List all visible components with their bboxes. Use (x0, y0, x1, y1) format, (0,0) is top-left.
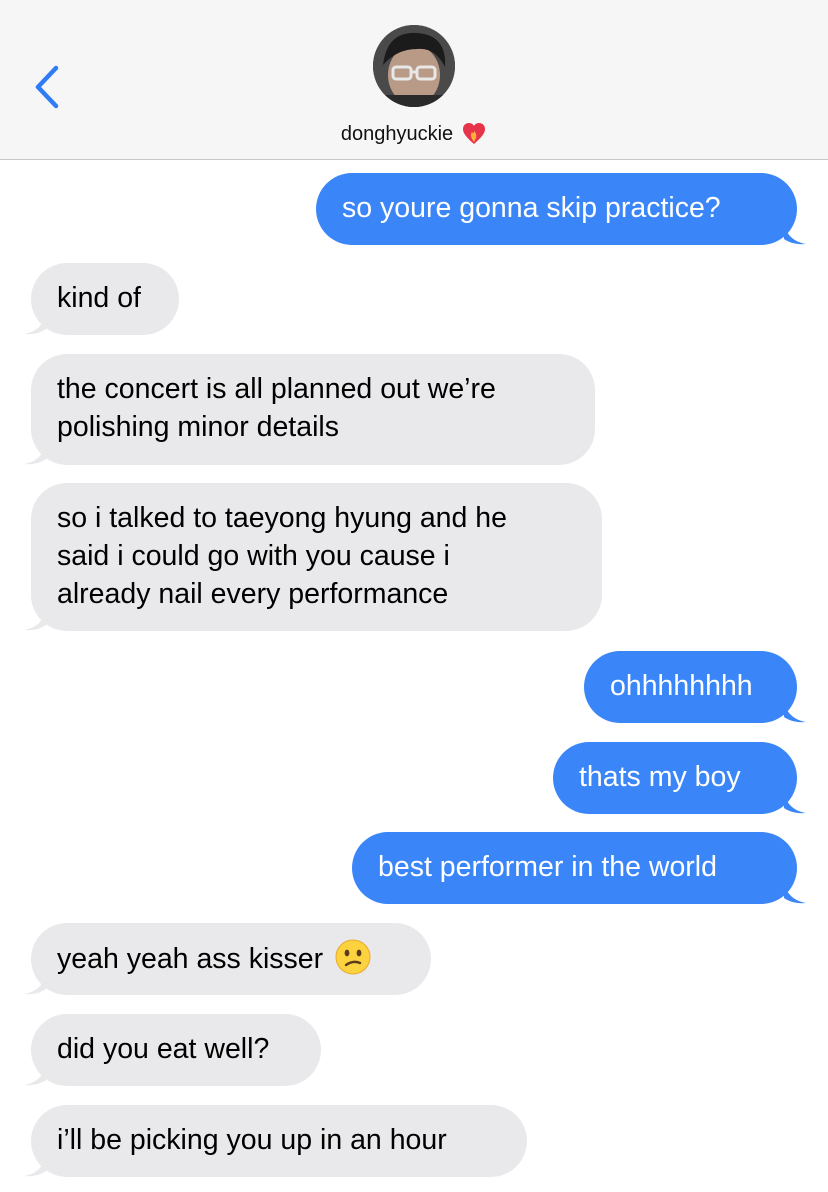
message-text: thats my boy (579, 761, 741, 793)
received-message-bubble[interactable]: yeah yeah ass kisser (31, 923, 431, 995)
received-bubble-tail (24, 313, 46, 335)
contact-avatar[interactable] (373, 25, 455, 107)
sent-bubble-tail (784, 882, 806, 904)
received-bubble-tail (24, 443, 46, 465)
sent-message-bubble[interactable]: so youre gonna skip practice? (316, 173, 797, 245)
received-message-bubble[interactable]: the concert is all planned out we’re pol… (31, 354, 595, 465)
received-bubble-tail (24, 609, 46, 631)
message-text-line: polishing minor details (57, 411, 339, 443)
sent-bubble-tail (784, 223, 806, 245)
received-message-bubble[interactable]: so i talked to taeyong hyung and he said… (31, 483, 602, 631)
chevron-left-icon[interactable] (32, 64, 62, 110)
sent-message-bubble[interactable]: ohhhhhhhh (584, 651, 797, 723)
sent-message-bubble[interactable]: thats my boy (553, 742, 797, 814)
message-text: so youre gonna skip practice? (342, 192, 721, 224)
message-text: did you eat well? (57, 1033, 270, 1065)
sent-bubble-tail (784, 701, 806, 723)
sent-message-bubble[interactable]: best performer in the world (352, 832, 797, 904)
message-text-line: the concert is all planned out we’re (57, 373, 496, 405)
received-message-bubble[interactable]: i’ll be picking you up in an hour (31, 1105, 527, 1177)
message-text-line: so i talked to taeyong hyung and he (57, 502, 508, 534)
message-text-line: already nail every performance (57, 578, 449, 610)
message-text: yeah yeah ass kisser (57, 943, 324, 975)
sent-bubble-tail (784, 792, 806, 814)
received-message-bubble[interactable]: did you eat well? (31, 1014, 321, 1086)
received-message-bubble[interactable]: kind of (31, 263, 179, 335)
received-bubble-tail (24, 973, 46, 995)
message-text-line: said i could go with you cause i (57, 540, 450, 572)
received-bubble-tail (24, 1064, 46, 1086)
message-text: best performer in the world (378, 851, 717, 883)
contact-name: donghyuckie (340, 123, 454, 145)
conversation-header: donghyuckie (0, 0, 828, 160)
message-text: kind of (57, 282, 141, 314)
message-text: i’ll be picking you up in an hour (57, 1124, 447, 1156)
confused-face-emoji (335, 939, 371, 975)
heart-on-fire-icon (463, 123, 486, 144)
message-list[interactable]: so youre gonna skip practice? kind of th… (0, 160, 828, 1192)
received-bubble-tail (24, 1155, 46, 1177)
message-text: ohhhhhhhh (610, 670, 753, 702)
contact-name-button[interactable]: donghyuckie (0, 120, 828, 146)
avatar-photo (373, 25, 455, 107)
